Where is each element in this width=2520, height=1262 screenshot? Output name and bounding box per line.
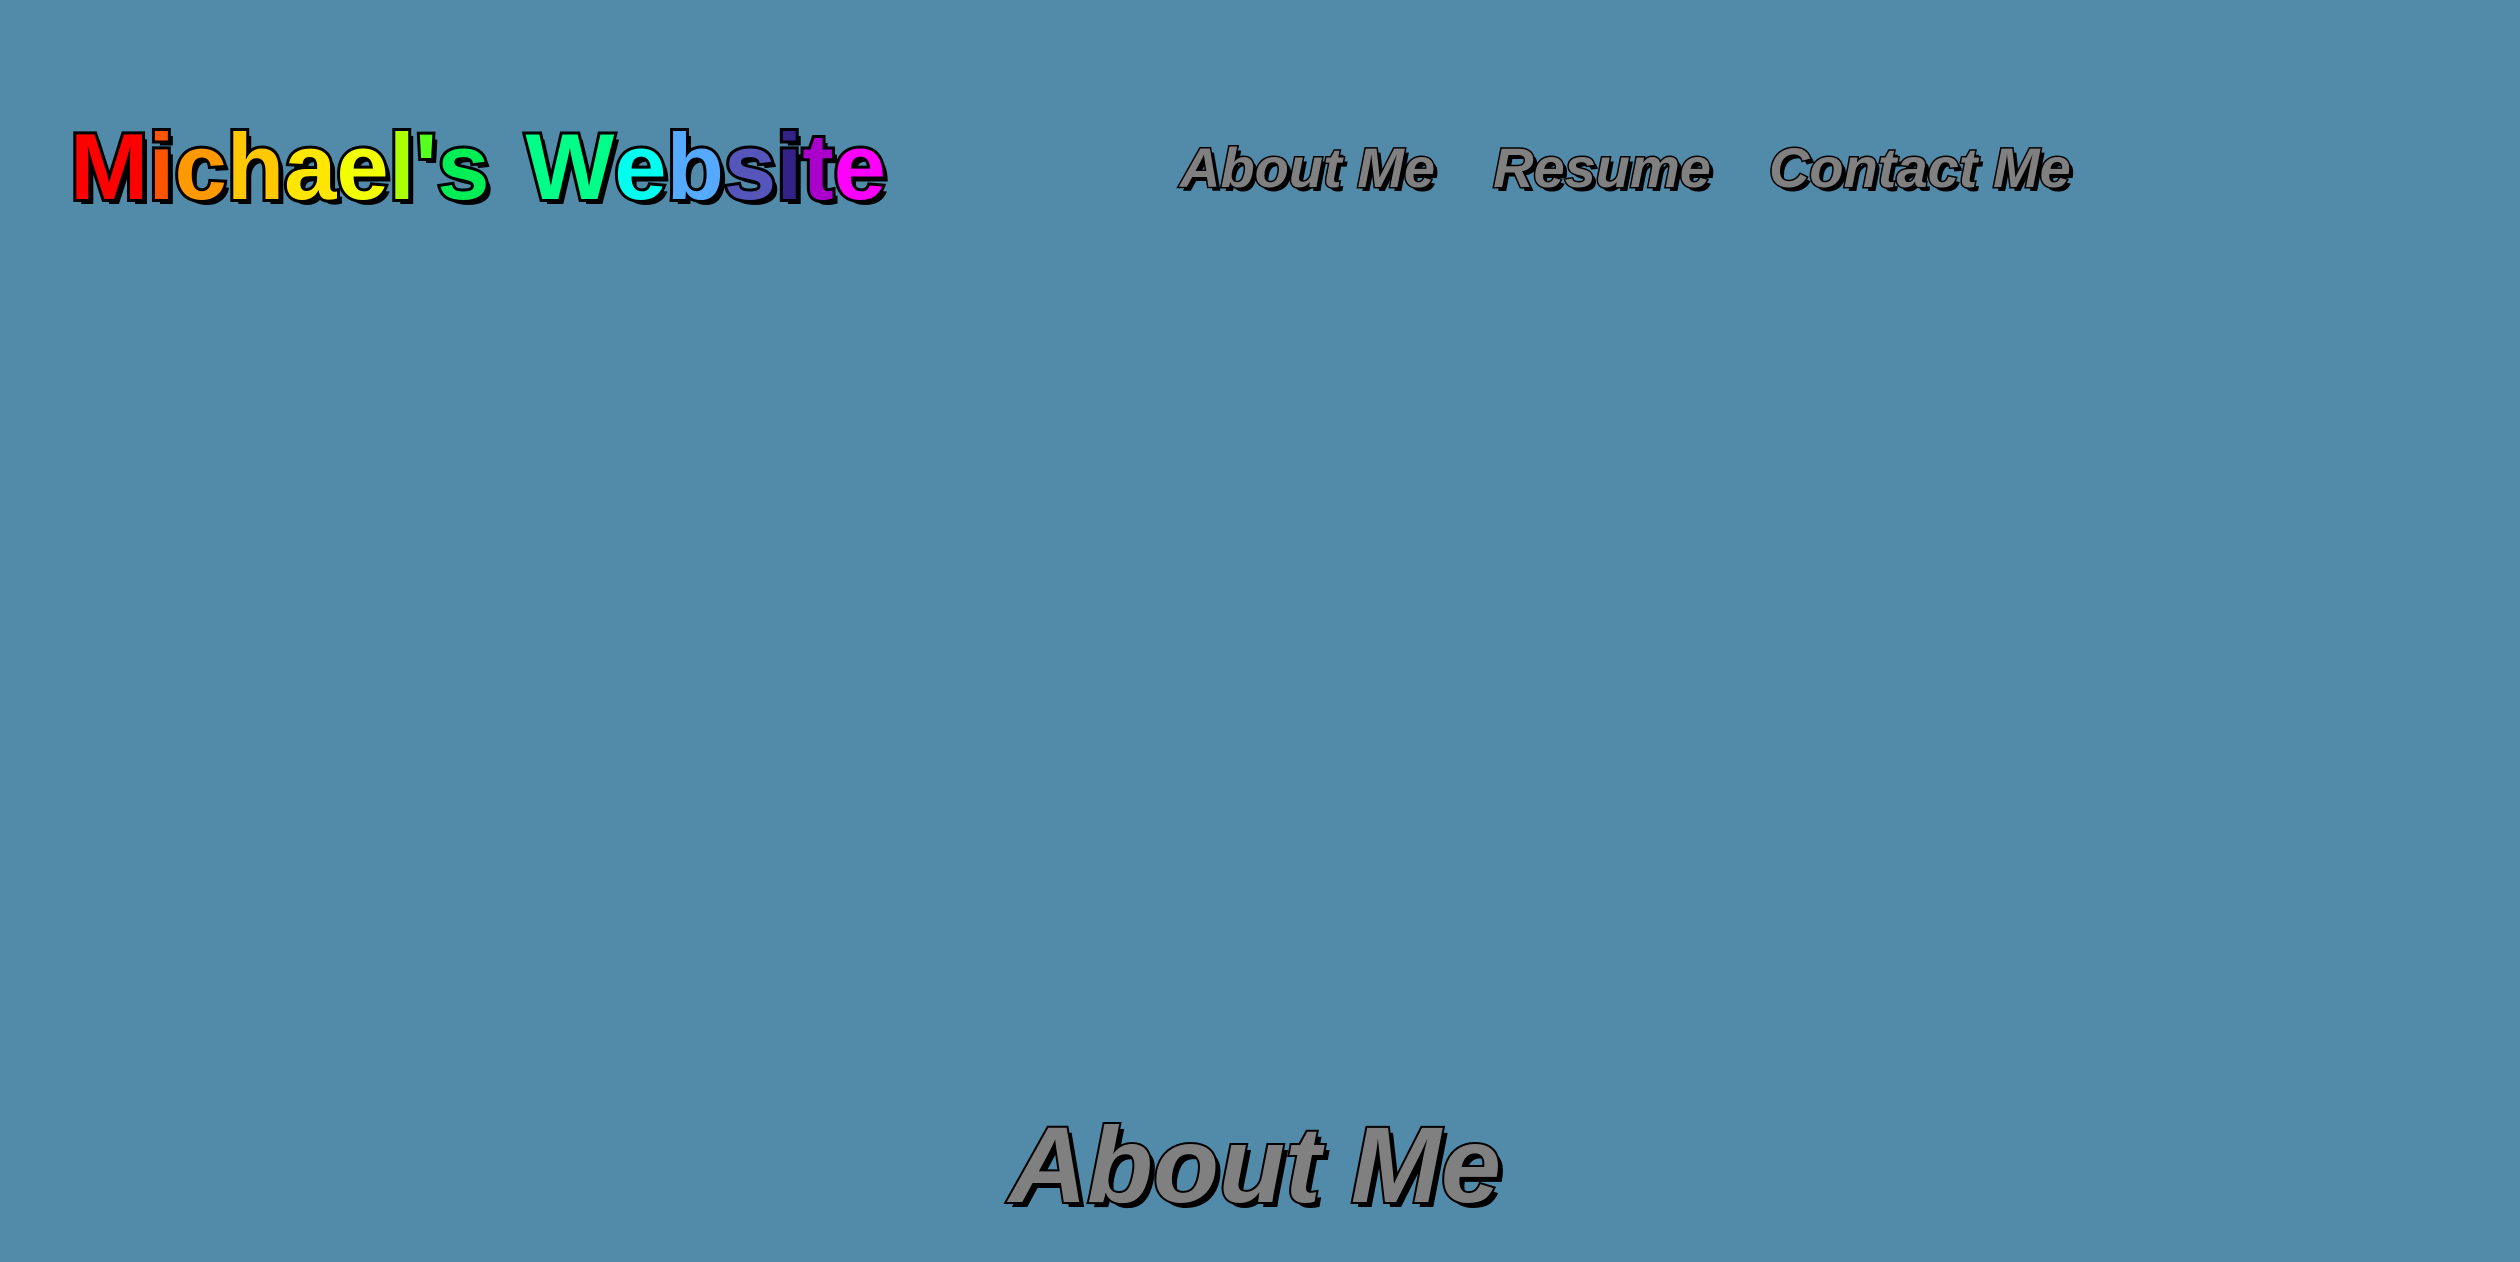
site-title-letter: a	[281, 111, 339, 222]
section-title: About Me	[1007, 1102, 1503, 1227]
site-title-letter: h	[224, 111, 287, 222]
site-title-letter: s	[721, 111, 779, 222]
site-title-letter: M	[67, 111, 151, 222]
site-title-letter: i	[773, 111, 805, 222]
site-title-letter: '	[412, 111, 440, 222]
site-title-letter: e	[333, 111, 391, 222]
site-title-letter: s	[434, 111, 492, 222]
page: Michael's Website About Me Resume Contac…	[0, 0, 2520, 1262]
site-title-letter: b	[663, 111, 726, 222]
site-title-letter: W	[522, 111, 617, 222]
site-title-letter: e	[831, 111, 889, 222]
site-title-letter: e	[611, 111, 669, 222]
site-header: Michael's Website About Me Resume Contac…	[0, 0, 2520, 260]
site-title-letter: i	[145, 111, 177, 222]
site-title-space	[489, 112, 525, 222]
site-logo-title[interactable]: Michael's Website	[67, 111, 889, 222]
main-nav: About Me Resume Contact Me	[1178, 135, 2072, 201]
site-title-letter: l	[386, 111, 418, 222]
nav-link-resume[interactable]: Resume	[1492, 135, 1713, 201]
nav-link-contact-me[interactable]: Contact Me	[1767, 135, 2072, 201]
nav-link-about-me[interactable]: About Me	[1178, 135, 1436, 201]
site-title-letter: c	[171, 111, 229, 222]
site-title-letter: t	[799, 111, 836, 222]
